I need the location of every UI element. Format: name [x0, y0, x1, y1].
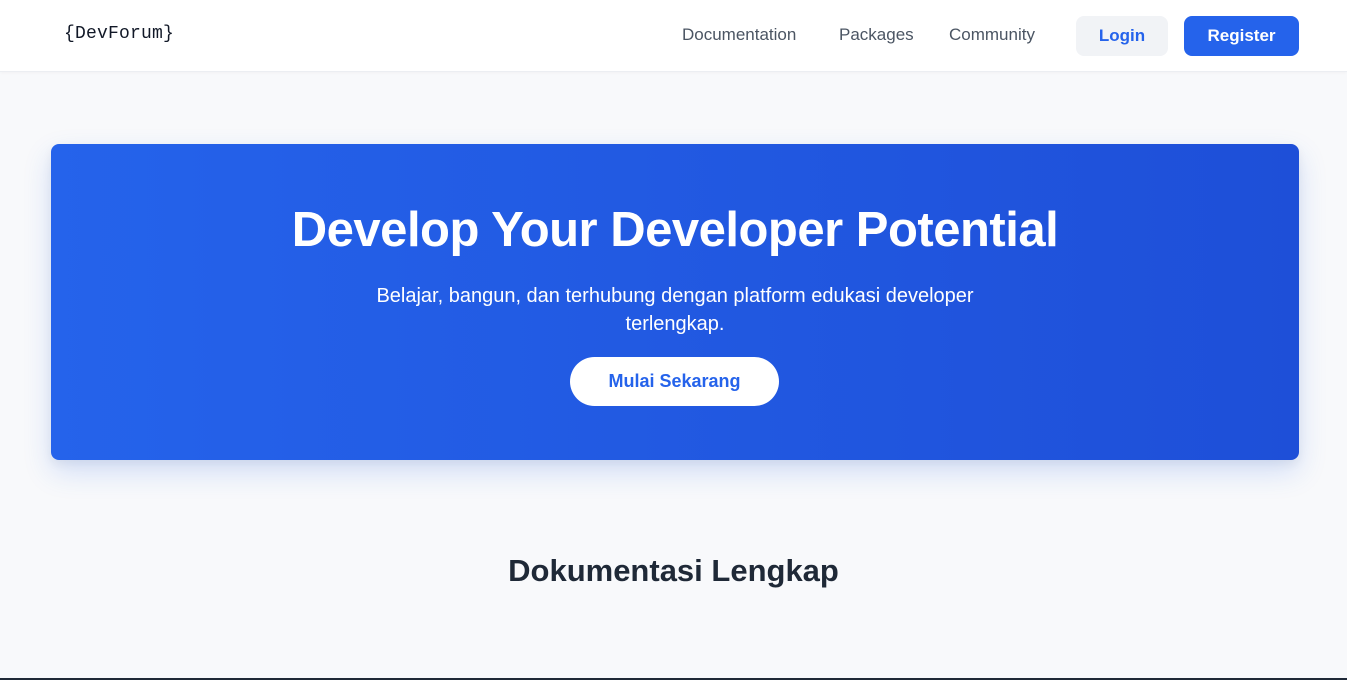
- nav-link-documentation[interactable]: Documentation: [682, 25, 796, 45]
- hero-banner: Develop Your Developer Potential Belajar…: [51, 144, 1299, 460]
- get-started-button[interactable]: Mulai Sekarang: [570, 357, 779, 406]
- section-title: Dokumentasi Lengkap: [508, 553, 839, 588]
- hero-title: Develop Your Developer Potential: [291, 203, 1059, 257]
- site-logo[interactable]: {DevForum}: [64, 24, 174, 44]
- top-navbar: {DevForum} Documentation Packages Commun…: [0, 0, 1347, 72]
- register-button[interactable]: Register: [1184, 16, 1299, 56]
- nav-link-community[interactable]: Community: [949, 25, 1035, 45]
- login-button[interactable]: Login: [1076, 16, 1168, 56]
- hero-subtitle: Belajar, bangun, dan terhubung dengan pl…: [376, 285, 974, 335]
- nav-link-packages[interactable]: Packages: [839, 25, 914, 45]
